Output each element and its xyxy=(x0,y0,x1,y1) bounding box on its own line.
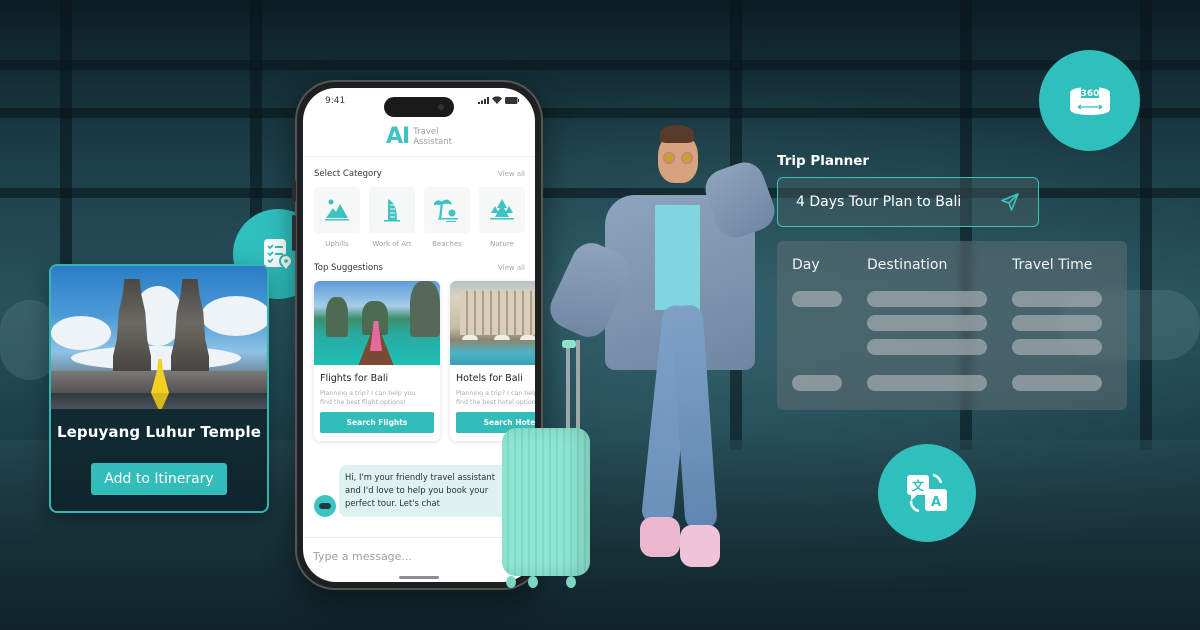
suggestion-title: Flights for Bali xyxy=(320,373,389,384)
category-title: Select Category xyxy=(314,169,382,179)
category-header: Select Category View all xyxy=(314,169,525,179)
dynamic-island xyxy=(384,97,454,117)
message-input[interactable] xyxy=(313,550,513,563)
table-header: Day Destination Travel Time xyxy=(777,257,1127,275)
categories-view-all-link[interactable]: View all xyxy=(498,170,525,178)
category-nature[interactable]: Nature xyxy=(479,187,525,248)
loading-placeholder xyxy=(867,375,987,391)
top xyxy=(655,205,700,310)
logo-line2: Assistant xyxy=(413,136,452,147)
send-icon xyxy=(1001,193,1019,211)
send-button[interactable] xyxy=(1000,192,1020,212)
loading-placeholder xyxy=(867,291,987,307)
window-frame xyxy=(0,108,1200,118)
forest-icon xyxy=(490,199,514,220)
battery-icon xyxy=(505,96,519,104)
flights-photo xyxy=(314,281,440,365)
column-travel-time: Travel Time xyxy=(1012,257,1093,273)
category-label: Beaches xyxy=(432,240,462,248)
category-work-of-art[interactable]: Work of Art xyxy=(369,187,415,248)
suggestion-desc: Planning a trip? I can help youfind the … xyxy=(320,390,416,406)
svg-text:A: A xyxy=(931,495,941,510)
app-logo: AI Travel Assistant xyxy=(303,124,535,149)
suitcase xyxy=(500,340,592,590)
category-label: Uphills xyxy=(325,240,349,248)
column-destination: Destination xyxy=(867,257,948,273)
suggestions-header: Top Suggestions View all xyxy=(314,263,525,273)
loading-placeholder xyxy=(1012,315,1102,331)
home-indicator xyxy=(399,576,439,579)
logo-mark: AI xyxy=(386,124,410,149)
window-frame xyxy=(0,60,1200,70)
temple-photo xyxy=(51,266,267,409)
trip-query-text[interactable]: 4 Days Tour Plan to Bali xyxy=(796,194,1000,210)
trip-planner-label: Trip Planner xyxy=(777,153,870,169)
loading-placeholder xyxy=(792,291,842,307)
itinerary-table: Day Destination Travel Time xyxy=(777,241,1127,410)
panorama-icon-bubble: 360 xyxy=(1039,50,1140,151)
mountain-icon xyxy=(325,199,349,221)
category-beaches[interactable]: Beaches xyxy=(424,187,470,248)
sneaker xyxy=(640,517,680,557)
panorama-360-icon: 360 xyxy=(1069,85,1110,115)
suggestions-title: Top Suggestions xyxy=(314,263,383,273)
bot-avatar-icon xyxy=(314,495,336,517)
destination-card: Lepuyang Luhur Temple Add to Itinerary xyxy=(49,264,269,513)
sneaker xyxy=(680,525,720,567)
wifi-icon xyxy=(492,96,502,104)
category-label: Nature xyxy=(490,240,514,248)
logo-line1: Travel xyxy=(413,126,439,137)
suggestions-view-all-link[interactable]: View all xyxy=(498,264,525,272)
loading-placeholder xyxy=(867,339,987,355)
loading-placeholder xyxy=(1012,339,1102,355)
column-day: Day xyxy=(792,257,820,273)
signal-icon xyxy=(478,96,489,104)
search-flights-button[interactable]: Search Flights xyxy=(320,412,434,433)
translate-icon-bubble: 文 A xyxy=(878,444,976,542)
sunglasses xyxy=(660,149,698,165)
palm-beach-icon xyxy=(434,199,458,222)
window-frame xyxy=(1140,0,1152,450)
hair xyxy=(660,125,694,143)
status-time: 9:41 xyxy=(325,96,346,106)
category-label: Work of Art xyxy=(372,240,412,248)
category-uphills[interactable]: Uphills xyxy=(314,187,360,248)
category-list: Uphills Work of Art Beaches Nature xyxy=(314,187,525,248)
header-divider xyxy=(303,156,535,157)
suggestion-card-flights: Flights for Bali Planning a trip? I can … xyxy=(314,281,440,441)
trip-planner-input[interactable]: 4 Days Tour Plan to Bali xyxy=(777,177,1039,227)
destination-title: Lepuyang Luhur Temple xyxy=(56,423,262,441)
loading-placeholder xyxy=(867,315,987,331)
translate-icon: 文 A xyxy=(907,473,947,513)
add-to-itinerary-button[interactable]: Add to Itinerary xyxy=(91,463,227,495)
loading-placeholder xyxy=(792,375,842,391)
svg-text:360: 360 xyxy=(1080,89,1099,99)
loading-placeholder xyxy=(1012,375,1102,391)
svg-text:文: 文 xyxy=(912,478,925,493)
loading-placeholder xyxy=(1012,291,1102,307)
burj-al-arab-icon xyxy=(384,199,400,222)
